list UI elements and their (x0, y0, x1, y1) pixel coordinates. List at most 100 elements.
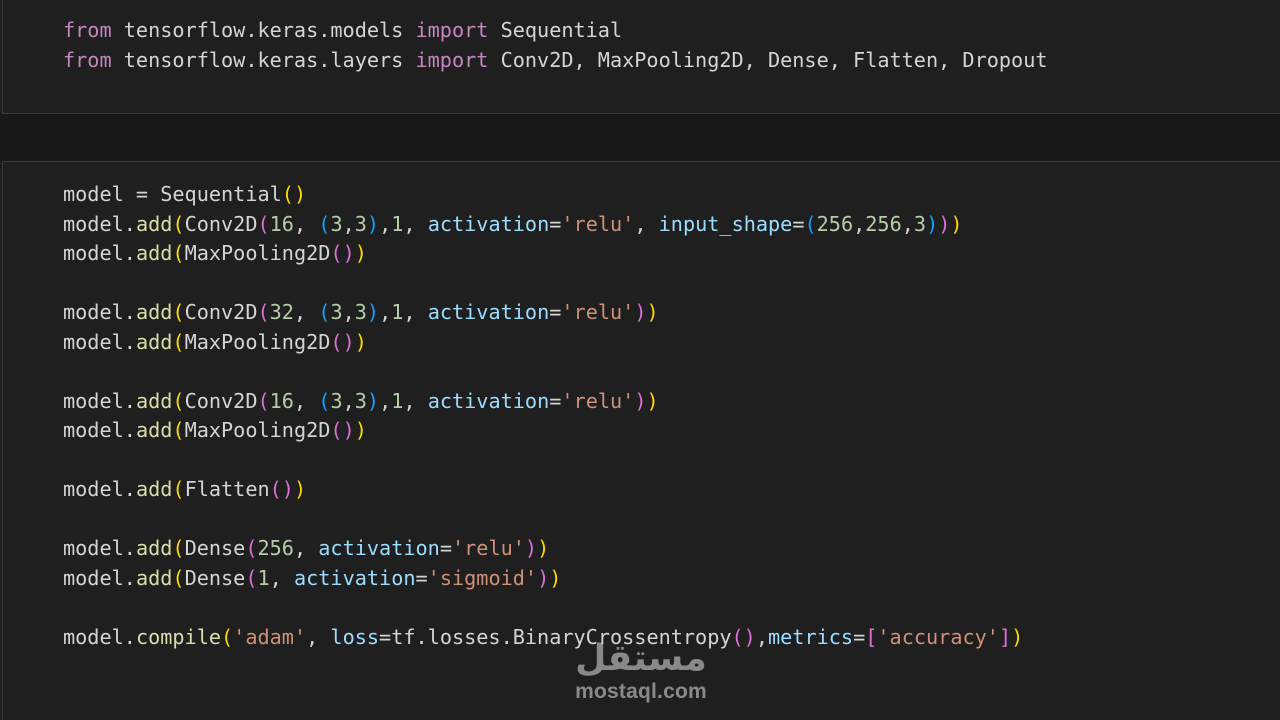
code-token: ( (257, 300, 270, 324)
code-cell-model[interactable]: model = Sequential() model.add(Conv2D(16,… (2, 161, 1280, 720)
code-token: add (135, 418, 173, 442)
code-token: ) (926, 211, 939, 236)
code-token: import (415, 18, 489, 42)
code-token: 3 (913, 211, 927, 236)
cell-separator (0, 114, 1280, 162)
code-token: , (293, 300, 319, 324)
code-token: ) (634, 300, 647, 324)
code-token: ] (998, 624, 1012, 649)
code-token: add (135, 388, 173, 413)
code-token: ) (938, 211, 951, 236)
code-token: 3 (354, 300, 367, 324)
code-token: model. (63, 388, 136, 413)
code-token: model (63, 182, 124, 206)
code-token: , (342, 388, 355, 413)
code-line: model = Sequential() (63, 180, 306, 209)
code-token: model. (63, 624, 136, 649)
code-token: 1 (391, 388, 404, 413)
code-token: ( (172, 329, 185, 354)
code-token: ( (245, 565, 258, 590)
code-line: model.add(Dense(1, activation='sigmoid')… (63, 564, 561, 593)
code-token: 1 (391, 211, 404, 236)
code-token: () (330, 241, 355, 265)
code-token: ) (524, 536, 538, 560)
code-token: , (634, 211, 659, 236)
code-token: 32 (269, 300, 294, 324)
code-token: ( (245, 536, 258, 560)
code-token: = (549, 300, 562, 324)
code-token: ) (537, 536, 550, 560)
code-token: MaxPooling2D (184, 241, 331, 265)
code-token: , (342, 211, 355, 236)
code-token: ) (634, 388, 647, 413)
code-token: , (403, 300, 428, 324)
code-token: Dense (184, 536, 246, 560)
code-token: 3 (354, 211, 367, 236)
code-token: = (549, 211, 562, 236)
notebook-screen: from tensorflow.keras.models import Sequ… (0, 0, 1280, 720)
code-token: , (755, 624, 768, 649)
code-token: ) (354, 241, 367, 265)
code-token: activation (427, 211, 550, 236)
code-token: ( (172, 565, 185, 590)
code-token: BinaryCrossentropy (512, 624, 732, 649)
code-token: add (135, 536, 173, 560)
code-token: 1 (257, 565, 270, 590)
code-token: add (135, 211, 173, 236)
code-token: ( (172, 211, 185, 236)
code-token: , (403, 388, 428, 413)
code-token: model. (63, 418, 136, 442)
code-token: = (853, 624, 866, 649)
code-token: add (135, 477, 173, 501)
code-token: ) (537, 565, 550, 590)
code-token: Sequential (160, 182, 282, 206)
code-token: , (403, 211, 428, 236)
code-token: 3 (354, 388, 367, 413)
code-token: ) (1011, 624, 1024, 649)
code-token: add (135, 565, 173, 590)
code-token: 3 (330, 211, 343, 236)
code-token: () (281, 182, 307, 206)
code-token: ( (172, 477, 185, 501)
code-token: = (549, 388, 562, 413)
code-token: add (135, 329, 173, 354)
code-token: , (293, 211, 319, 236)
code-line: model.add(Conv2D(32, (3,3),1, activation… (63, 298, 659, 327)
code-token: model. (63, 300, 136, 324)
code-token: add (135, 241, 173, 265)
code-token: , (293, 388, 319, 413)
code-token: = (792, 211, 805, 236)
code-token: Dense (184, 565, 246, 590)
code-line: model.add(Conv2D(16, (3,3),1, activation… (63, 210, 963, 239)
code-token: model. (63, 477, 136, 501)
code-token: Conv2D (184, 300, 258, 324)
code-token: from (63, 18, 112, 42)
code-token: ( (172, 418, 185, 442)
code-token: 'sigmoid' (427, 565, 538, 590)
code-token: model. (63, 211, 136, 236)
code-token: [ (865, 624, 878, 649)
code-token: model. (63, 536, 136, 560)
code-token: 'adam' (233, 624, 307, 649)
code-token: , (379, 388, 392, 413)
code-token: , (269, 565, 294, 590)
code-token: activation (427, 388, 550, 413)
code-token: ( (257, 388, 270, 413)
code-token: ( (172, 388, 185, 413)
code-token: ) (646, 300, 659, 324)
code-token: input_shape (658, 211, 793, 236)
code-cell-imports[interactable]: from tensorflow.keras.models import Sequ… (2, 0, 1280, 114)
code-token: , (853, 211, 866, 236)
code-token: model. (63, 241, 136, 265)
code-token: = (379, 624, 392, 649)
code-token: compile (135, 624, 222, 649)
code-token: add (135, 300, 173, 324)
code-token: = (123, 182, 161, 206)
code-token: ) (354, 329, 367, 354)
code-token: 3 (330, 388, 343, 413)
code-token: ) (354, 418, 367, 442)
code-token: 'relu' (561, 211, 635, 236)
code-token: activation (318, 536, 440, 560)
code-token: 256 (816, 211, 854, 236)
code-token: = (439, 536, 452, 560)
